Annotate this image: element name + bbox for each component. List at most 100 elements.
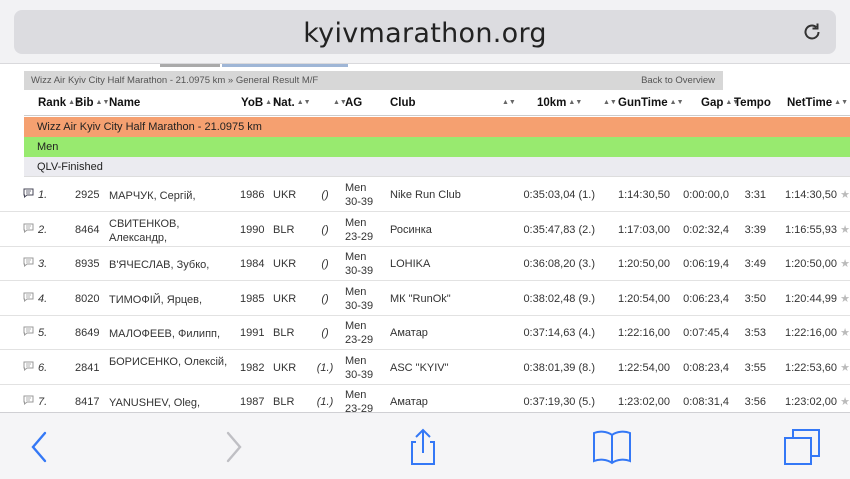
yob-cell: 1985 bbox=[240, 292, 265, 305]
guntime-cell: 1:14:30,50 bbox=[618, 189, 670, 201]
age-group-gender: Men bbox=[345, 320, 367, 332]
header-guntime[interactable]: GunTime ▲▼ bbox=[618, 97, 684, 115]
comment-icon[interactable] bbox=[23, 223, 34, 233]
search-field-peek[interactable] bbox=[222, 64, 348, 67]
nationality-cell: UKR bbox=[273, 189, 297, 201]
yob-cell: 1984 bbox=[240, 258, 265, 270]
age-group-cell: Men 23-29 bbox=[345, 216, 373, 244]
star-icon[interactable]: ★ bbox=[840, 326, 850, 339]
star-icon[interactable]: ★ bbox=[840, 223, 850, 236]
age-group-range: 23-29 bbox=[345, 334, 374, 346]
star-icon[interactable]: ★ bbox=[840, 395, 850, 408]
comment-icon[interactable] bbox=[23, 257, 34, 267]
guntime-cell: 1:20:50,00 bbox=[618, 258, 670, 270]
nationality-cell: BLR bbox=[273, 327, 295, 339]
share-icon[interactable] bbox=[403, 427, 443, 467]
age-group-gender: Men bbox=[345, 389, 367, 401]
yob-cell: 1991 bbox=[240, 327, 265, 339]
ag-rank-cell: (1.) bbox=[316, 396, 334, 408]
url-text[interactable]: kyivmarathon.org bbox=[14, 18, 836, 49]
comment-icon[interactable] bbox=[23, 292, 34, 302]
table-row[interactable]: 6. 2841 БОРИСЕНКО, Олексій, 1982 UKR (1.) Men 3… bbox=[0, 351, 850, 385]
header-name[interactable]: Name bbox=[109, 97, 140, 115]
header-tempo[interactable]: Tempo bbox=[734, 97, 771, 115]
age-group-cell: Men 23-29 bbox=[345, 319, 373, 347]
nettime-cell: 1:14:30,50 bbox=[785, 189, 837, 201]
header-club[interactable]: Club bbox=[390, 97, 416, 115]
nettime-cell: 1:20:44,99 bbox=[785, 292, 837, 305]
comment-icon[interactable] bbox=[23, 361, 34, 371]
name-cell[interactable]: ТИМОФІЙ, Ярцев, bbox=[109, 293, 239, 307]
nationality-cell: UKR bbox=[273, 258, 297, 270]
header-nat[interactable]: Nat. ▲▼ bbox=[273, 97, 311, 115]
star-icon[interactable]: ★ bbox=[840, 292, 850, 305]
header-bib[interactable]: Bib ▲▼ bbox=[75, 97, 109, 115]
guntime-cell: 1:17:03,00 bbox=[618, 223, 670, 236]
gap-cell: 0:02:32,4 bbox=[683, 223, 729, 236]
ag-rank-cell: () bbox=[321, 189, 329, 201]
nettime-cell: 1:22:53,60 bbox=[785, 361, 837, 374]
nationality-cell: BLR bbox=[273, 396, 295, 408]
table-row[interactable]: 5. 8649 МАЛОФЕЕВ, Филипп, 1991 BLR () Men 23-29… bbox=[0, 316, 850, 350]
star-icon[interactable]: ★ bbox=[840, 257, 850, 270]
age-group-cell: Men 30-39 bbox=[345, 250, 373, 278]
ag-rank-cell: (1.) bbox=[316, 361, 334, 374]
table-row[interactable]: 7. 8417 YANUSHEV, Oleg, 1987 BLR (1.) Men 23-29… bbox=[0, 385, 850, 412]
book-icon[interactable] bbox=[592, 427, 632, 467]
header-nettime[interactable]: NetTime ▲▼ bbox=[787, 97, 848, 115]
back-to-overview-link[interactable]: Back to Overview bbox=[641, 71, 715, 90]
comment-icon[interactable] bbox=[23, 326, 34, 336]
gap-cell: 0:06:23,4 bbox=[683, 292, 729, 305]
chevron-right-icon[interactable] bbox=[213, 427, 253, 467]
guntime-cell: 1:22:16,00 bbox=[618, 327, 670, 339]
rank-cell: 1. bbox=[38, 189, 48, 201]
table-row[interactable]: 2. 8464 СВИТЕНКОВ, Александр, 1990 BLR () Men 2… bbox=[0, 213, 850, 247]
gap-cell: 0:00:00,0 bbox=[683, 189, 729, 201]
reload-icon[interactable] bbox=[800, 20, 824, 44]
age-group-gender: Men bbox=[345, 216, 367, 229]
yob-cell: 1987 bbox=[240, 396, 265, 408]
age-group-gender: Men bbox=[345, 354, 367, 367]
gender-band: Men bbox=[24, 137, 850, 157]
sort-icon: ▲▼ bbox=[95, 99, 110, 106]
age-group-gender: Men bbox=[345, 285, 367, 298]
comment-icon[interactable] bbox=[23, 395, 34, 405]
star-icon[interactable]: ★ bbox=[840, 188, 850, 201]
breadcrumb-text: Wizz Air Kyiv City Half Marathon - 21.09… bbox=[31, 75, 319, 86]
tabs-icon[interactable] bbox=[782, 427, 822, 467]
comment-icon[interactable] bbox=[23, 188, 34, 198]
nettime-cell: 1:20:50,00 bbox=[785, 258, 837, 270]
name-cell[interactable]: МАРЧУК, Сергій, bbox=[109, 189, 239, 203]
name-cell[interactable]: YANUSHEV, Oleg, bbox=[109, 396, 239, 410]
name-cell[interactable]: СВИТЕНКОВ, Александр, bbox=[109, 217, 239, 245]
rank-cell: 2. bbox=[38, 223, 48, 236]
table-row[interactable]: 4. 8020 ТИМОФІЙ, Ярцев, 1985 UKR () Men 30-39 МК… bbox=[0, 282, 850, 316]
split-10km-cell: 0:35:47,83 (2.) bbox=[523, 223, 595, 236]
club-cell: МК "RunOk" bbox=[390, 292, 451, 305]
header-ag[interactable]: AG bbox=[345, 97, 362, 115]
age-group-range: 30-39 bbox=[345, 265, 374, 277]
menu-button-peek[interactable] bbox=[160, 64, 220, 67]
ag-rank-cell: () bbox=[321, 223, 329, 236]
bib-cell: 2841 bbox=[75, 361, 100, 374]
age-group-range: 30-39 bbox=[345, 299, 374, 312]
rank-cell: 5. bbox=[38, 327, 48, 339]
yob-cell: 1982 bbox=[240, 361, 265, 374]
header-club-sort[interactable]: ▲▼ bbox=[500, 97, 516, 115]
name-cell[interactable]: В'ЯЧЕСЛАВ, Зубко, bbox=[109, 258, 239, 272]
chevron-left-icon[interactable] bbox=[20, 427, 60, 467]
header-10km-sort[interactable]: ▲▼ bbox=[601, 97, 617, 115]
header-10km[interactable]: 10km ▲▼ bbox=[537, 97, 582, 115]
name-cell[interactable]: МАЛОФЕЕВ, Филипп, bbox=[109, 327, 239, 341]
browser-bottom-bar bbox=[0, 412, 850, 479]
name-cell[interactable]: БОРИСЕНКО, Олексій, bbox=[109, 355, 239, 369]
address-bar[interactable]: kyivmarathon.org bbox=[14, 10, 836, 54]
table-row[interactable]: 3. 8935 В'ЯЧЕСЛАВ, Зубко, 1984 UKR () Men 30-39… bbox=[0, 247, 850, 281]
club-cell: Аматар bbox=[390, 396, 428, 408]
star-icon[interactable]: ★ bbox=[840, 361, 850, 374]
age-group-cell: Men 30-39 bbox=[345, 181, 373, 209]
gap-cell: 0:08:23,4 bbox=[683, 361, 729, 374]
yob-cell: 1986 bbox=[240, 189, 265, 201]
table-row[interactable]: 1. 2925 МАРЧУК, Сергій, 1986 UKR () Men 30-39 Ni… bbox=[0, 178, 850, 212]
rank-cell: 3. bbox=[38, 258, 48, 270]
